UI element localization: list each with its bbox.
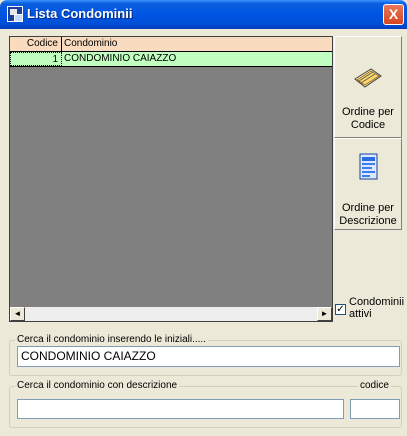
app-icon [7, 6, 23, 22]
scroll-right-button[interactable]: ► [317, 307, 332, 321]
order-by-description-button[interactable]: Ordine per Descrizione [334, 138, 402, 230]
order-by-description-label: Ordine per Descrizione [339, 202, 397, 227]
code-label: codice [358, 380, 391, 391]
search-initials-input[interactable]: CONDOMINIO CAIAZZO [17, 346, 400, 367]
search-description-group: Cerca il condominio con descrizione codi… [9, 380, 402, 428]
scroll-left-button[interactable]: ◄ [10, 307, 25, 321]
document-icon [359, 153, 378, 180]
column-header-codice[interactable]: Codice [10, 37, 62, 51]
table-row[interactable]: 1 CONDOMINIO CAIAZZO [10, 52, 332, 67]
cell-codice[interactable]: 1 [10, 52, 62, 66]
grid-header: Codice Condominio [10, 37, 332, 52]
code-input[interactable] [350, 399, 400, 419]
search-description-input[interactable] [17, 399, 344, 419]
window-title: Lista Condominii [27, 6, 133, 21]
order-by-code-label: Ordine per Codice [342, 106, 394, 131]
column-header-condominio[interactable]: Condominio [62, 37, 332, 51]
active-checkbox-label: Condominii attivi [349, 296, 405, 320]
search-description-label: Cerca il condominio con descrizione [15, 380, 180, 391]
order-by-code-button[interactable]: Ordine per Codice [334, 36, 402, 138]
lista-condominii-window: Lista Condominii X Codice Condominio 1 C… [0, 0, 407, 436]
search-initials-group: Cerca il condominio inserendo le inizial… [9, 334, 402, 376]
title-bar[interactable]: Lista Condominii X [0, 0, 407, 29]
horizontal-scrollbar[interactable]: ◄ ► [10, 306, 332, 321]
active-checkbox[interactable]: ✓ [335, 304, 346, 315]
close-button[interactable]: X [383, 4, 404, 25]
search-initials-label: Cerca il condominio inserendo le inizial… [15, 334, 208, 345]
condominii-grid[interactable]: Codice Condominio 1 CONDOMINIO CAIAZZO ◄… [9, 36, 333, 322]
cell-condominio[interactable]: CONDOMINIO CAIAZZO [62, 52, 332, 66]
pencil-paper-icon [354, 68, 382, 88]
